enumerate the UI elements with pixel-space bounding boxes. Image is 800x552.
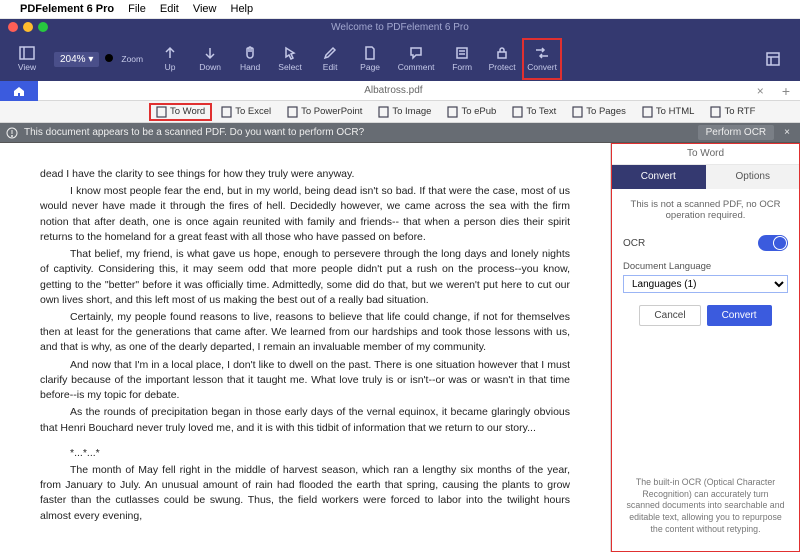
menu-file[interactable]: File bbox=[128, 3, 146, 15]
ocr-notice-bar: This document appears to be a scanned PD… bbox=[0, 123, 800, 143]
to-epub-button[interactable]: To ePub bbox=[441, 104, 502, 120]
to-pages-button[interactable]: To Pages bbox=[566, 104, 632, 120]
paragraph: As the rounds of precipitation began in … bbox=[40, 405, 570, 435]
paragraph: Certainly, my people found reasons to li… bbox=[40, 310, 570, 356]
select-button[interactable]: Select bbox=[271, 39, 309, 79]
protect-button[interactable]: Protect bbox=[483, 39, 521, 79]
document-content: dead I have the clarity to see things fo… bbox=[0, 143, 610, 552]
document-filename: Albatross.pdf bbox=[38, 85, 749, 96]
convert-subtoolbar: To Word To Excel To PowerPoint To Image … bbox=[0, 101, 800, 123]
comment-button[interactable]: Comment bbox=[391, 39, 441, 79]
main-toolbar: View 204% ▾Zoom Up Down Hand Select Edit… bbox=[0, 37, 800, 81]
paragraph: That belief, my friend, is what gave us … bbox=[40, 247, 570, 308]
section-separator: *...*...* bbox=[40, 446, 570, 461]
edit-button[interactable]: Edit bbox=[311, 39, 349, 79]
paragraph: And now that I'm in a local place, I don… bbox=[40, 358, 570, 404]
to-powerpoint-button[interactable]: To PowerPoint bbox=[281, 104, 368, 120]
maximize-window-icon[interactable] bbox=[38, 22, 48, 32]
close-tab-icon[interactable]: × bbox=[749, 84, 772, 98]
paragraph: The month of May fell right in the middl… bbox=[40, 463, 570, 524]
to-rtf-button[interactable]: To RTF bbox=[704, 104, 761, 120]
view-button[interactable]: View bbox=[8, 39, 46, 79]
ocr-status-message: This is not a scanned PDF, no OCR operat… bbox=[623, 199, 788, 221]
paragraph: dead I have the clarity to see things fo… bbox=[40, 167, 570, 182]
menu-view[interactable]: View bbox=[193, 3, 217, 15]
down-button[interactable]: Down bbox=[191, 39, 229, 79]
close-window-icon[interactable] bbox=[8, 22, 18, 32]
zoom-control[interactable]: 204% ▾Zoom bbox=[54, 52, 143, 67]
to-html-button[interactable]: To HTML bbox=[636, 104, 701, 120]
convert-action-button[interactable]: Convert bbox=[707, 305, 772, 326]
language-label: Document Language bbox=[623, 261, 788, 272]
home-tab[interactable] bbox=[0, 81, 38, 101]
to-word-button[interactable]: To Word bbox=[150, 104, 211, 120]
document-tabbar: Albatross.pdf × + bbox=[0, 81, 800, 101]
perform-ocr-button[interactable]: Perform OCR bbox=[698, 125, 775, 140]
menu-help[interactable]: Help bbox=[231, 3, 254, 15]
window-title: Welcome to PDFelement 6 Pro bbox=[331, 22, 469, 33]
close-ocr-bar-icon[interactable]: × bbox=[780, 127, 794, 138]
ocr-toggle[interactable] bbox=[758, 235, 788, 251]
language-select[interactable]: Languages (1) bbox=[623, 275, 788, 293]
form-button[interactable]: Form bbox=[443, 39, 481, 79]
paragraph: I know most people fear the end, but in … bbox=[40, 184, 570, 245]
ocr-message: This document appears to be a scanned PD… bbox=[24, 127, 364, 138]
ocr-toggle-label: OCR bbox=[623, 238, 645, 249]
side-panel-title: To Word bbox=[611, 143, 800, 165]
hand-button[interactable]: Hand bbox=[231, 39, 269, 79]
minimize-window-icon[interactable] bbox=[23, 22, 33, 32]
convert-side-panel: To Word Convert Options This is not a sc… bbox=[610, 143, 800, 552]
to-text-button[interactable]: To Text bbox=[506, 104, 562, 120]
ocr-description: The built-in OCR (Optical Character Reco… bbox=[611, 467, 800, 552]
new-tab-icon[interactable]: + bbox=[772, 83, 800, 99]
app-name[interactable]: PDFelement 6 Pro bbox=[20, 3, 114, 15]
cancel-button[interactable]: Cancel bbox=[639, 305, 700, 326]
window-titlebar: Welcome to PDFelement 6 Pro bbox=[0, 19, 800, 37]
convert-button[interactable]: Convert bbox=[523, 39, 561, 79]
to-excel-button[interactable]: To Excel bbox=[215, 104, 277, 120]
to-image-button[interactable]: To Image bbox=[372, 104, 437, 120]
zoom-value[interactable]: 204% ▾ bbox=[54, 52, 99, 67]
page-button[interactable]: Page bbox=[351, 39, 389, 79]
menu-edit[interactable]: Edit bbox=[160, 3, 179, 15]
template-button[interactable] bbox=[754, 39, 792, 79]
macos-menubar: PDFelement 6 Pro File Edit View Help bbox=[0, 0, 800, 19]
options-tab[interactable]: Options bbox=[706, 165, 800, 189]
up-button[interactable]: Up bbox=[151, 39, 189, 79]
convert-tab[interactable]: Convert bbox=[611, 165, 706, 189]
